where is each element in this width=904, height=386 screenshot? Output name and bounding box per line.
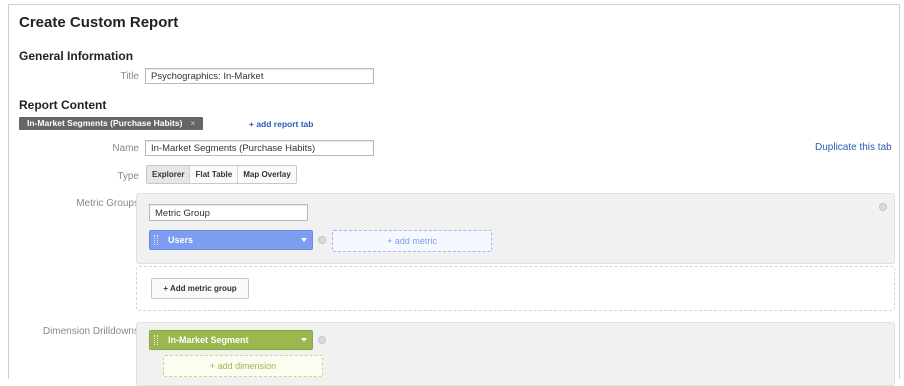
- metric-chip-users[interactable]: Users: [149, 230, 313, 250]
- add-metric-button[interactable]: + add metric: [332, 230, 492, 252]
- add-metric-group-area: + Add metric group: [136, 266, 895, 311]
- type-map-overlay-button[interactable]: Map Overlay: [237, 166, 296, 183]
- drag-handle-icon[interactable]: [154, 335, 158, 345]
- metric-group-name-input[interactable]: Metric Group: [149, 204, 308, 221]
- drag-handle-icon[interactable]: [154, 235, 158, 245]
- report-editor-frame: Create Custom Report General Information…: [8, 4, 900, 386]
- title-input[interactable]: Psychographics: In-Market: [145, 68, 374, 84]
- dimension-panel: In-Market Segment + add dimension: [136, 322, 895, 386]
- metric-group-panel: Metric Group Users + add metric: [136, 193, 895, 264]
- name-input[interactable]: In-Market Segments (Purchase Habits): [145, 140, 374, 156]
- report-tab-label: In-Market Segments (Purchase Habits): [27, 118, 183, 128]
- name-label: Name: [112, 143, 139, 154]
- dimension-drilldowns-label: Dimension Drilldowns: [42, 326, 139, 337]
- metric-groups-label: Metric Groups: [76, 198, 139, 209]
- page-title: Create Custom Report: [19, 14, 179, 31]
- remove-group-icon[interactable]: [879, 203, 887, 211]
- chevron-down-icon[interactable]: [301, 338, 307, 342]
- report-content-heading: Report Content: [19, 98, 107, 112]
- dimension-chip-label: In-Market Segment: [168, 335, 249, 345]
- type-flat-table-button[interactable]: Flat Table: [189, 166, 238, 183]
- remove-dimension-icon[interactable]: [318, 336, 326, 344]
- type-label: Type: [117, 171, 139, 182]
- remove-metric-icon[interactable]: [318, 236, 326, 244]
- title-label: Title: [120, 71, 139, 82]
- close-icon[interactable]: ×: [190, 118, 195, 128]
- general-information-heading: General Information: [19, 49, 134, 63]
- add-dimension-button[interactable]: + add dimension: [163, 355, 323, 377]
- duplicate-tab-link[interactable]: Duplicate this tab: [815, 142, 892, 153]
- type-explorer-button[interactable]: Explorer: [147, 166, 190, 183]
- dimension-chip-in-market-segment[interactable]: In-Market Segment: [149, 330, 313, 350]
- report-tab[interactable]: In-Market Segments (Purchase Habits) ×: [19, 117, 204, 130]
- type-selector: Explorer Flat Table Map Overlay: [146, 165, 297, 184]
- chevron-down-icon[interactable]: [301, 238, 307, 242]
- add-report-tab-link[interactable]: + add report tab: [249, 119, 313, 129]
- add-metric-group-button[interactable]: + Add metric group: [151, 278, 249, 299]
- metric-chip-label: Users: [168, 235, 194, 245]
